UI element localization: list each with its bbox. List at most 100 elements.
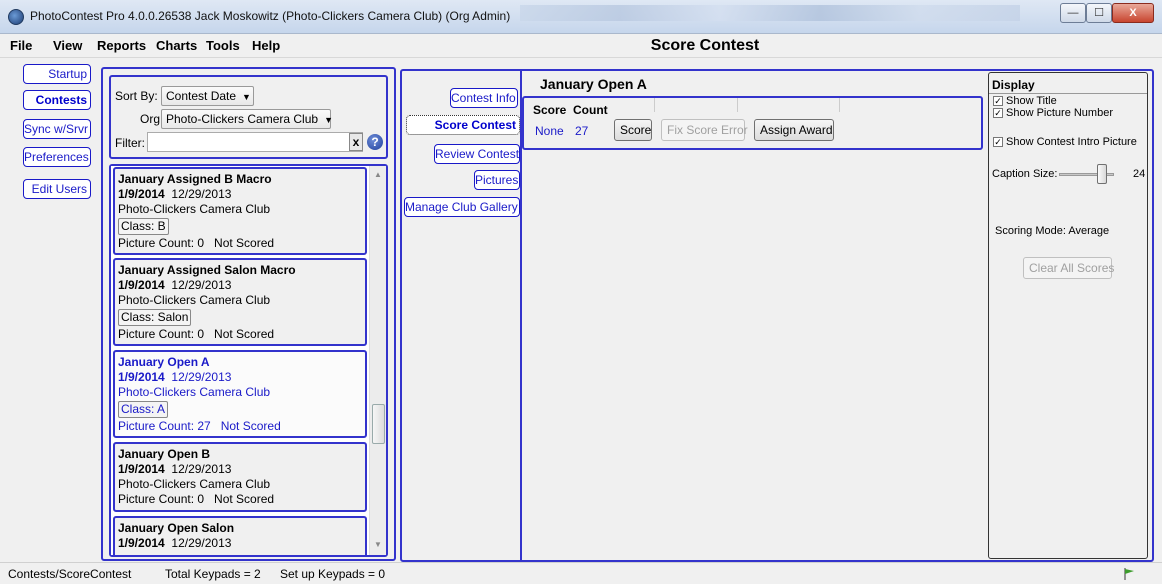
- contest-org: Photo-Clickers Camera Club: [118, 385, 271, 399]
- chevron-down-icon: ▼: [242, 92, 251, 102]
- contest-dates: 1/9/2014 12/29/2013: [118, 278, 232, 292]
- show-intro-picture-checkbox[interactable]: ✓ Show Contest Intro Picture: [993, 136, 1137, 148]
- org-label: Org:: [140, 112, 164, 126]
- help-icon[interactable]: ?: [367, 134, 383, 150]
- sort-value: Contest Date: [166, 89, 237, 103]
- contest-status: Picture Count: 27 Not Scored: [118, 419, 281, 433]
- menu-tools[interactable]: Tools: [206, 38, 240, 53]
- menu-file[interactable]: File: [10, 38, 32, 53]
- column-divider: [737, 98, 738, 112]
- maximize-button[interactable]: ☐: [1086, 3, 1112, 23]
- display-title: Display: [992, 78, 1035, 92]
- filter-label: Filter:: [115, 136, 145, 150]
- sidebar-item-sync[interactable]: Sync w/Srvr: [23, 119, 91, 139]
- main-area: Startup Contests Sync w/Srvr Preferences…: [0, 58, 1162, 562]
- contest-name: January Assigned Salon Macro: [118, 263, 296, 277]
- score-button[interactable]: Score: [614, 119, 652, 141]
- column-divider: [654, 98, 655, 112]
- contest-list-box: January Assigned B Macro 1/9/2014 12/29/…: [109, 164, 388, 557]
- caption-size-value: 24: [1133, 168, 1146, 180]
- fix-score-error-button[interactable]: Fix Score Error: [661, 119, 748, 141]
- contest-dates: 1/9/2014 12/29/2013: [118, 187, 232, 201]
- check-icon: ✓: [993, 96, 1003, 107]
- display-panel: Display ✓ Show Title ✓ Show Picture Number…: [988, 72, 1148, 559]
- sort-select[interactable]: Contest Date ▼: [161, 86, 254, 106]
- display-divider: [989, 93, 1147, 94]
- contest-status: Picture Count: 0 Not Scored: [118, 327, 275, 341]
- tab-contest-info[interactable]: Contest Info: [450, 88, 518, 108]
- flag-icon: [1124, 568, 1134, 580]
- caption-size-label: Caption Size:: [992, 168, 1058, 180]
- app-icon: [8, 9, 24, 25]
- contest-card[interactable]: January Assigned Salon Macro 1/9/2014 12…: [113, 258, 367, 346]
- show-picture-number-label: Show Picture Number: [1006, 107, 1113, 119]
- contest-card-selected[interactable]: January Open A 1/9/2014 12/29/2013 Photo…: [113, 350, 367, 438]
- taskbar-blur: [520, 5, 1020, 21]
- assign-award-button[interactable]: Assign Award: [754, 119, 834, 141]
- contest-class-badge: Class: A: [118, 401, 169, 418]
- count-value: 27: [575, 124, 589, 138]
- score-value: None: [535, 124, 564, 138]
- contest-name: January Open A: [118, 355, 210, 369]
- contest-card[interactable]: January Assigned B Macro 1/9/2014 12/29/…: [113, 167, 367, 255]
- score-table-box: Score Count None 27 Score Fix Score Erro…: [522, 96, 983, 150]
- close-button[interactable]: X: [1112, 3, 1154, 23]
- scoring-mode: Scoring Mode: Average: [995, 225, 1110, 237]
- contest-dates: 1/9/2014 12/29/2013: [118, 370, 232, 384]
- sort-label: Sort By:: [115, 89, 158, 103]
- caption-size-slider-thumb[interactable]: [1096, 164, 1107, 184]
- menu-bar: File View Reports Charts Tools Help Scor…: [0, 34, 1162, 58]
- contest-class-badge: Class: B: [118, 218, 169, 235]
- status-bar: Contests/ScoreContest Total Keypads = 2 …: [0, 562, 1162, 584]
- status-total-keypads: Total Keypads = 2: [165, 567, 261, 581]
- scroll-thumb[interactable]: [372, 404, 385, 444]
- contest-status: Picture Count: 0 Not Scored: [118, 236, 275, 250]
- contest-card[interactable]: January Open Salon 1/9/2014 12/29/2013: [113, 516, 367, 555]
- sidebar-item-startup[interactable]: Startup: [23, 64, 91, 84]
- contest-dates: 1/9/2014 12/29/2013: [118, 462, 232, 476]
- menu-reports[interactable]: Reports: [97, 38, 146, 53]
- contest-status: Picture Count: 0 Not Scored: [118, 492, 275, 506]
- contest-list: January Assigned B Macro 1/9/2014 12/29/…: [111, 166, 369, 555]
- org-value: Photo-Clickers Camera Club: [166, 112, 319, 126]
- contest-title: January Open A: [540, 76, 647, 92]
- sidebar-item-preferences[interactable]: Preferences: [23, 147, 91, 167]
- filter-input[interactable]: [147, 132, 363, 152]
- contest-name: January Assigned B Macro: [118, 172, 272, 186]
- scroll-up-icon[interactable]: ▲: [374, 170, 382, 179]
- tab-review-contest[interactable]: Review Contest: [434, 144, 520, 164]
- menu-view[interactable]: View: [53, 38, 82, 53]
- score-column-header: Score: [533, 103, 567, 117]
- contest-class-badge: Class: Salon: [118, 309, 192, 326]
- tab-pictures[interactable]: Pictures: [474, 170, 520, 190]
- org-select[interactable]: Photo-Clickers Camera Club ▼: [161, 109, 333, 129]
- show-title-checkbox[interactable]: ✓ Show Title: [993, 95, 1057, 107]
- tab-score-contest[interactable]: Score Contest: [406, 115, 520, 135]
- contest-name: January Open Salon: [118, 521, 235, 535]
- status-setup-keypads: Set up Keypads = 0: [280, 567, 386, 581]
- contest-card[interactable]: January Open B 1/9/2014 12/29/2013 Photo…: [113, 442, 367, 512]
- sidebar-item-contests[interactable]: Contests: [23, 90, 91, 110]
- filter-box: Sort By: Contest Date ▼ Org: Photo-Clicke…: [109, 75, 388, 159]
- sidebar-item-edit-users[interactable]: Edit Users: [23, 179, 91, 199]
- count-column-header: Count: [573, 103, 608, 117]
- clear-filter-button[interactable]: x: [349, 133, 363, 151]
- contest-org: Photo-Clickers Camera Club: [118, 293, 271, 307]
- contest-list-panel: Sort By: Contest Date ▼ Org: Photo-Clicke…: [101, 67, 396, 561]
- contest-org: Photo-Clickers Camera Club: [118, 202, 271, 216]
- contest-name: January Open B: [118, 447, 211, 461]
- tab-manage-club-gallery[interactable]: Manage Club Gallery: [404, 197, 520, 217]
- window-title: PhotoContest Pro 4.0.0.26538 Jack Moskow…: [30, 9, 511, 23]
- contest-detail-panel: Contest Info Score Contest Review Contes…: [400, 69, 1154, 562]
- show-title-label: Show Title: [1006, 95, 1057, 107]
- clear-all-scores-button[interactable]: Clear All Scores: [1023, 257, 1114, 279]
- show-intro-picture-label: Show Contest Intro Picture: [1006, 136, 1137, 148]
- status-path: Contests/ScoreContest: [8, 567, 132, 581]
- minimize-button[interactable]: —: [1060, 3, 1086, 23]
- menu-charts[interactable]: Charts: [156, 38, 197, 53]
- scroll-down-icon[interactable]: ▼: [374, 540, 382, 549]
- check-icon: ✓: [993, 108, 1003, 119]
- contest-list-scrollbar[interactable]: ▲ ▼: [369, 166, 386, 555]
- menu-help[interactable]: Help: [252, 38, 280, 53]
- show-picture-number-checkbox[interactable]: ✓ Show Picture Number: [993, 107, 1113, 119]
